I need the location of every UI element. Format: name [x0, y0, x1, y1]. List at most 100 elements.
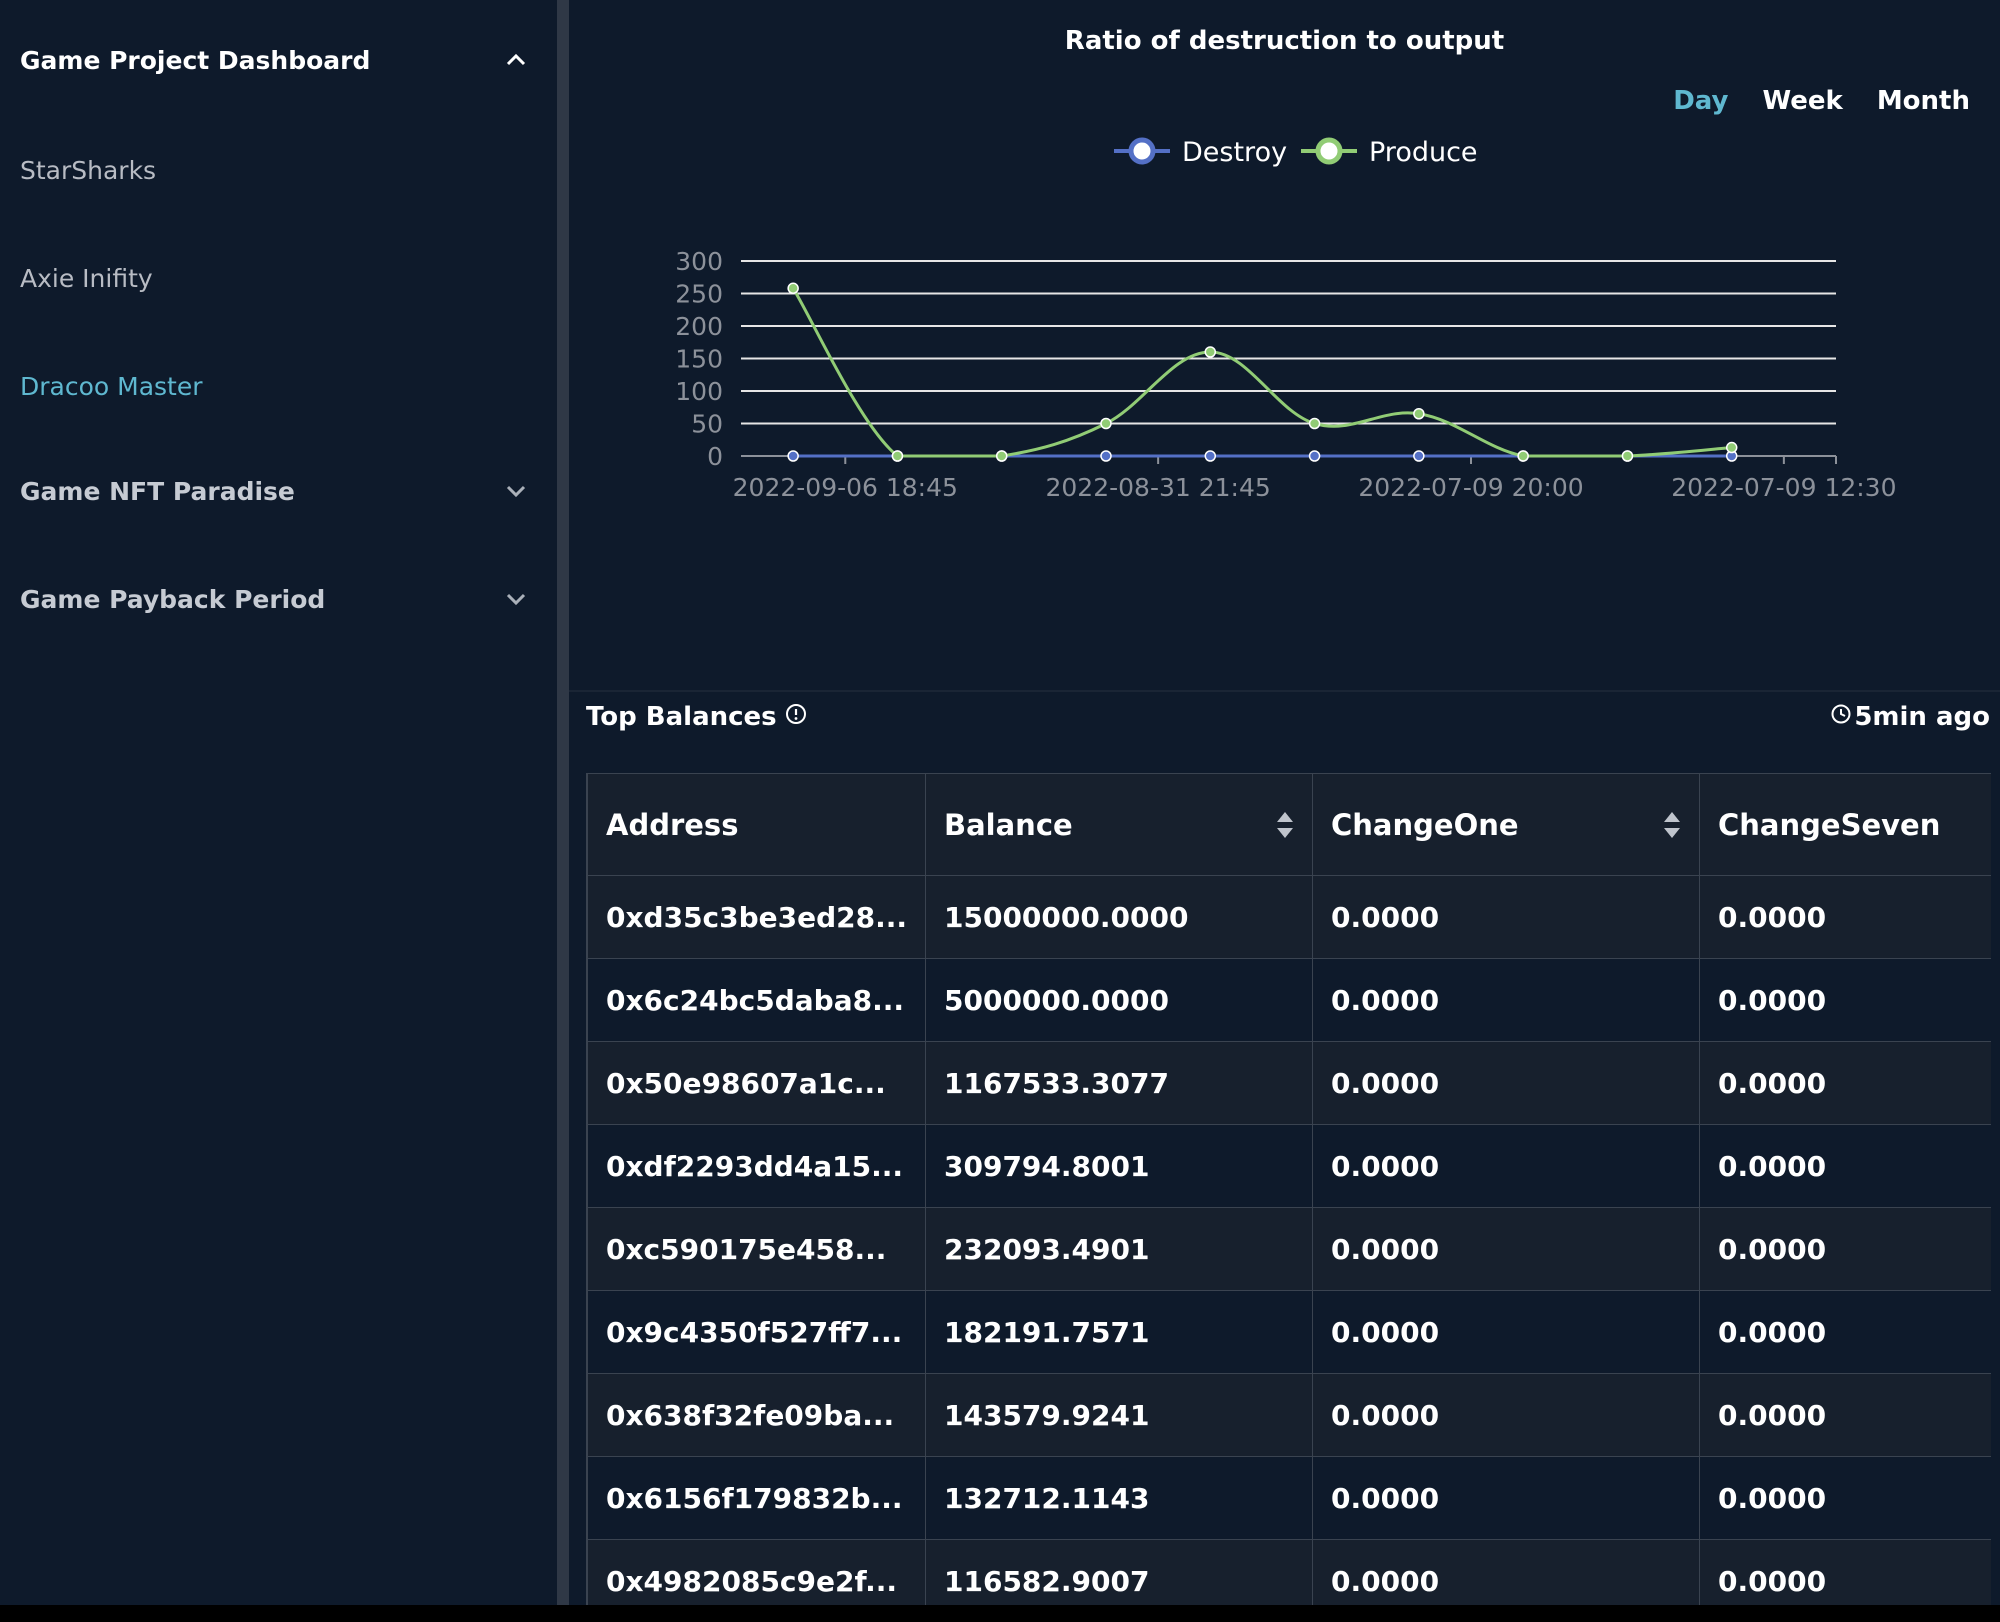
table-row[interactable]: 0x6156f179832b... 132712.1143 0.0000 0.0000	[587, 1456, 1991, 1540]
y-tick-label: 250	[675, 280, 723, 309]
column-header-address: Address	[587, 773, 926, 876]
sidebar-group-game-nft-paradise[interactable]: Game NFT Paradise	[20, 471, 530, 511]
x-tick-label: 2022-08-31 21:45	[1046, 473, 1271, 502]
data-point-produce	[1725, 441, 1738, 454]
table-header-row: Address Balance ChangeOne ChangeSeven	[587, 773, 1991, 876]
top-balances-table-wrap[interactable]: Address Balance ChangeOne ChangeSeven 0x…	[586, 773, 1991, 1605]
top-balances-title-wrap: Top Balances	[586, 702, 807, 732]
sidebar: Game Project Dashboard StarSharks Axie I…	[0, 0, 557, 1605]
chevron-up-icon[interactable]	[502, 46, 530, 74]
data-point-destroy	[787, 450, 799, 462]
data-point-destroy	[1413, 450, 1425, 462]
cell-changeseven: 0.0000	[1699, 1539, 1991, 1605]
sidebar-group-game-payback-period[interactable]: Game Payback Period	[20, 579, 530, 619]
line-chart: 0 50 100 150 200 250 300 2022-09-06 18:45 2022-0…	[675, 137, 1896, 502]
sidebar-group-label: Game Project Dashboard	[20, 45, 371, 75]
sidebar-item-label: Dracoo Master	[20, 371, 203, 401]
data-point-produce	[1308, 417, 1321, 430]
cell-changeone: 0.0000	[1312, 1124, 1700, 1208]
legend-label-destroy: Destroy	[1182, 137, 1287, 168]
data-point-produce	[1204, 346, 1217, 358]
cell-balance: 309794.8001	[925, 1124, 1313, 1208]
cell-address: 0x6156f179832b...	[587, 1456, 926, 1540]
column-header-label: Balance	[944, 807, 1073, 842]
cell-balance: 15000000.0000	[925, 875, 1313, 959]
x-tick-label: 2022-09-06 18:45	[733, 473, 958, 502]
data-point-produce	[995, 450, 1008, 462]
table-row[interactable]: 0xc590175e458... 232093.4901 0.0000 0.0000	[587, 1207, 1991, 1291]
column-header-changeseven: ChangeSeven	[1699, 773, 1991, 876]
data-point-destroy	[1204, 450, 1217, 462]
table-row[interactable]: 0x9c4350f527ff7... 182191.7571 0.0000 0.000…	[587, 1290, 1991, 1374]
data-point-destroy	[1100, 450, 1112, 462]
table-row[interactable]: 0xdf2293dd4a15... 309794.8001 0.0000 0.0000	[587, 1124, 1991, 1208]
y-tick-label: 200	[675, 312, 723, 341]
table-row[interactable]: 0x4982085c9e2f... 116582.9007 0.0000 0.0000	[587, 1539, 1991, 1605]
cell-balance: 5000000.0000	[925, 958, 1313, 1042]
series-line-produce	[791, 287, 1732, 458]
cell-balance: 232093.4901	[925, 1207, 1313, 1291]
sidebar-group-label: Game NFT Paradise	[20, 476, 295, 506]
data-point-produce	[891, 450, 904, 462]
sidebar-item-axie-infinity[interactable]: Axie Inifity	[20, 258, 530, 298]
sidebar-group-game-project-dashboard[interactable]: Game Project Dashboard	[20, 40, 530, 80]
sidebar-group-label: Game Payback Period	[20, 584, 326, 614]
cell-address: 0x9c4350f527ff7...	[587, 1290, 926, 1374]
data-point-produce	[1413, 408, 1425, 420]
cell-balance: 116582.9007	[925, 1539, 1313, 1605]
cell-changeseven: 0.0000	[1699, 875, 1991, 959]
y-tick-label: 150	[675, 345, 723, 374]
table-row[interactable]: 0xd35c3be3ed28... 15000000.0000 0.0000 0.00…	[587, 875, 1991, 959]
cell-address: 0x4982085c9e2f...	[587, 1539, 926, 1605]
chart-panel: Ratio of destruction to output Day Week …	[569, 0, 2000, 690]
sidebar-divider[interactable]	[557, 0, 569, 1605]
cell-address: 0x50e98607a1c...	[587, 1041, 926, 1125]
cell-changeone: 0.0000	[1312, 1456, 1700, 1540]
sidebar-item-label: Axie Inifity	[20, 263, 153, 293]
sidebar-item-dracoo-master[interactable]: Dracoo Master	[20, 366, 530, 406]
cell-changeseven: 0.0000	[1699, 1207, 1991, 1291]
cell-changeone: 0.0000	[1312, 1207, 1700, 1291]
cell-changeseven: 0.0000	[1699, 1456, 1991, 1540]
y-tick-label: 300	[675, 247, 723, 276]
data-point-produce	[1621, 450, 1634, 462]
cell-address: 0xdf2293dd4a15...	[587, 1124, 926, 1208]
legend-marker-destroy	[1128, 137, 1156, 165]
chevron-down-icon[interactable]	[502, 477, 530, 505]
bottom-strip	[0, 1605, 2000, 1622]
x-tick-label: 2022-07-09 12:30	[1671, 473, 1896, 502]
sort-icon[interactable]	[1276, 811, 1294, 846]
updated-indicator: 5min ago	[1830, 702, 1990, 732]
column-header-balance[interactable]: Balance	[925, 773, 1313, 876]
cell-balance: 182191.7571	[925, 1290, 1313, 1374]
cell-changeone: 0.0000	[1312, 1290, 1700, 1374]
column-header-changeone[interactable]: ChangeOne	[1312, 773, 1700, 876]
cell-changeseven: 0.0000	[1699, 1373, 1991, 1457]
cell-changeone: 0.0000	[1312, 958, 1700, 1042]
cell-balance: 143579.9241	[925, 1373, 1313, 1457]
sidebar-item-starsharks[interactable]: StarSharks	[20, 150, 530, 190]
chevron-down-icon[interactable]	[502, 585, 530, 613]
cell-address: 0x6c24bc5daba8...	[587, 958, 926, 1042]
table-row[interactable]: 0x638f32fe09ba... 143579.9241 0.0000 0.0000	[587, 1373, 1991, 1457]
y-tick-label: 100	[675, 377, 723, 406]
updated-text: 5min ago	[1854, 702, 1990, 732]
cell-changeseven: 0.0000	[1699, 1124, 1991, 1208]
info-icon[interactable]	[785, 702, 807, 732]
cell-changeseven: 0.0000	[1699, 1290, 1991, 1374]
table-row[interactable]: 0x50e98607a1c... 1167533.3077 0.0000 0.0000	[587, 1041, 1991, 1125]
legend-label-produce: Produce	[1369, 137, 1478, 168]
column-header-label: ChangeOne	[1331, 807, 1519, 842]
table-body: 0xd35c3be3ed28... 15000000.0000 0.0000 0.00…	[587, 875, 1991, 1605]
table-row[interactable]: 0x6c24bc5daba8... 5000000.0000 0.0000 0.000…	[587, 958, 1991, 1042]
sort-icon[interactable]	[1663, 811, 1681, 846]
top-balances-table: Address Balance ChangeOne ChangeSeven 0x…	[587, 773, 1991, 1605]
section-divider	[569, 690, 2000, 692]
cell-balance: 132712.1143	[925, 1456, 1313, 1540]
column-header-label: Address	[606, 807, 739, 842]
cell-address: 0x638f32fe09ba...	[587, 1373, 926, 1457]
x-tick-label: 2022-07-09 20:00	[1358, 473, 1583, 502]
cell-changeseven: 0.0000	[1699, 958, 1991, 1042]
top-balances-header: Top Balances 5min ago	[586, 702, 1990, 738]
cell-balance: 1167533.3077	[925, 1041, 1313, 1125]
